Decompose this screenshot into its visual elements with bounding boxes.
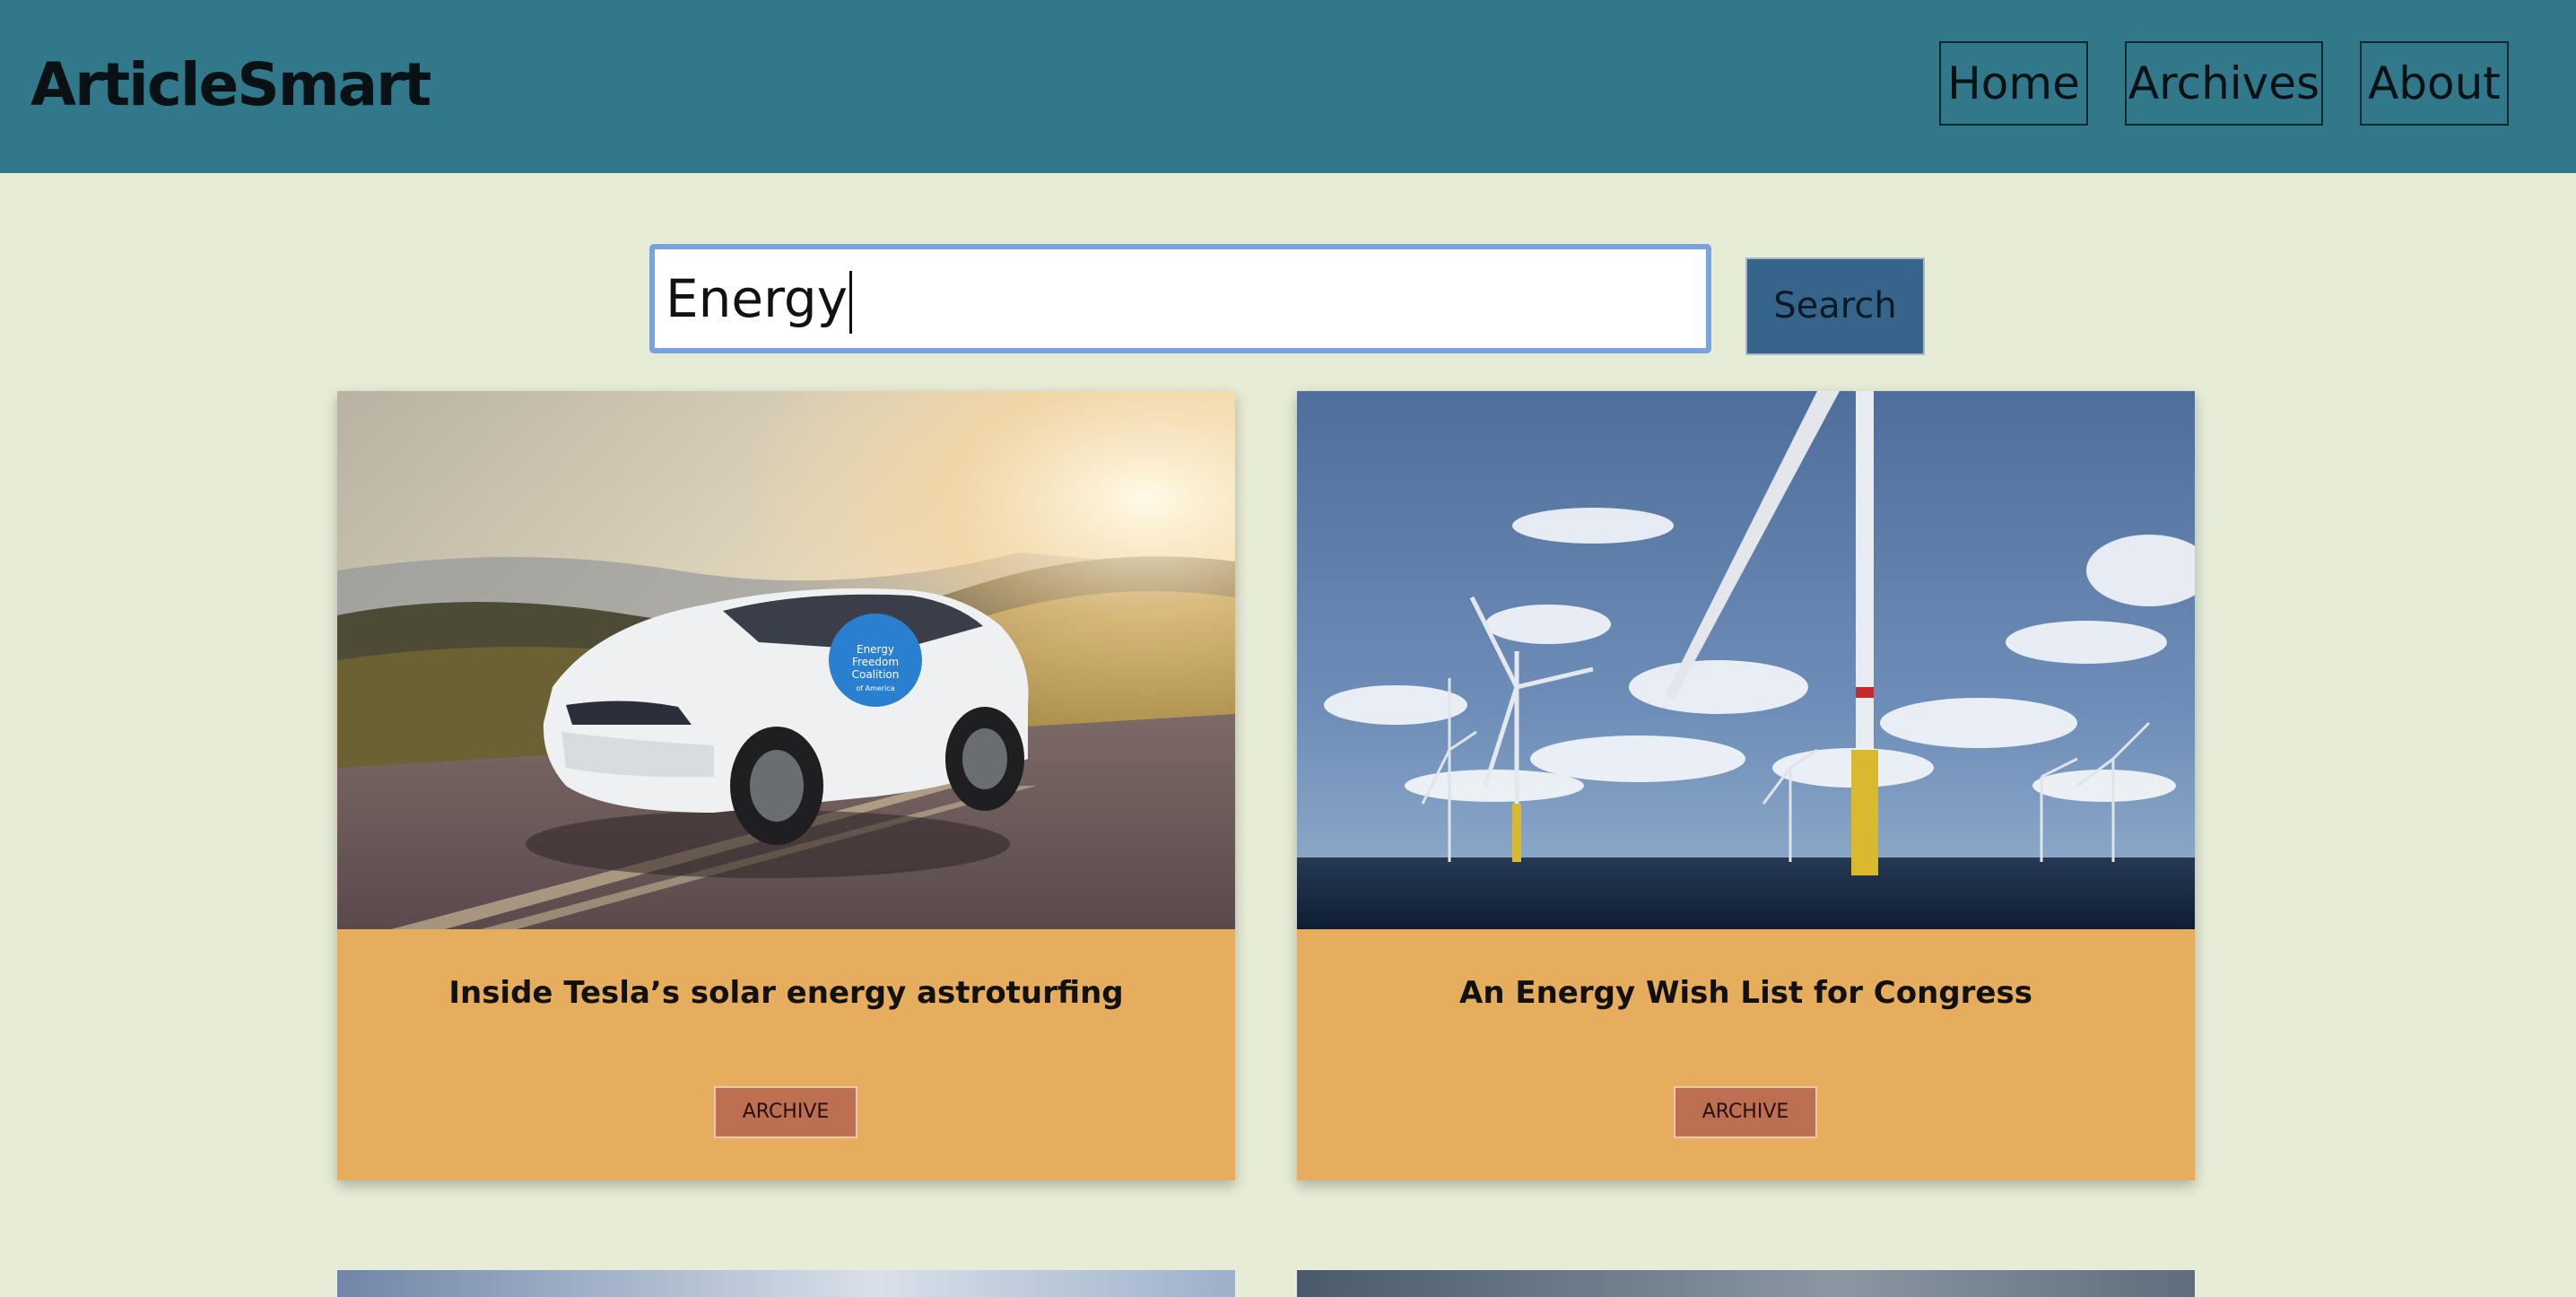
- decal-line-3: Coalition: [852, 668, 900, 681]
- site-logo[interactable]: ArticleSmart: [30, 49, 431, 121]
- top-navigation-bar: ArticleSmart Home Archives About: [0, 0, 2576, 173]
- article-card: An Energy Wish List for Congress ARCHIVE: [1297, 391, 2195, 1180]
- article-card: Energy Freedom Coalition of America Insi…: [337, 391, 1235, 1180]
- article-card-peek: [1297, 1270, 2195, 1297]
- decal-line-2: Freedom: [852, 656, 899, 668]
- article-image-tesla[interactable]: Energy Freedom Coalition of America: [337, 391, 1235, 929]
- article-title[interactable]: Inside Tesla’s solar energy astroturfing: [337, 972, 1235, 1014]
- nav-home-button[interactable]: Home: [1939, 41, 2088, 126]
- decal-line-1: Energy: [857, 643, 894, 656]
- article-image-wind-turbines[interactable]: [1297, 391, 2195, 929]
- article-title[interactable]: An Energy Wish List for Congress: [1297, 972, 2195, 1014]
- nav-archives-button[interactable]: Archives: [2125, 41, 2323, 126]
- search-input[interactable]: Energy: [649, 244, 1711, 353]
- article-card-peek: [337, 1270, 1235, 1297]
- archive-button[interactable]: ARCHIVE: [1674, 1086, 1817, 1138]
- archive-button[interactable]: ARCHIVE: [714, 1086, 857, 1138]
- search-input-value: Energy: [666, 268, 849, 329]
- decal-line-4: of America: [856, 684, 894, 692]
- text-caret: [849, 270, 853, 334]
- search-button[interactable]: Search: [1745, 257, 1925, 355]
- nav-about-button[interactable]: About: [2360, 41, 2509, 126]
